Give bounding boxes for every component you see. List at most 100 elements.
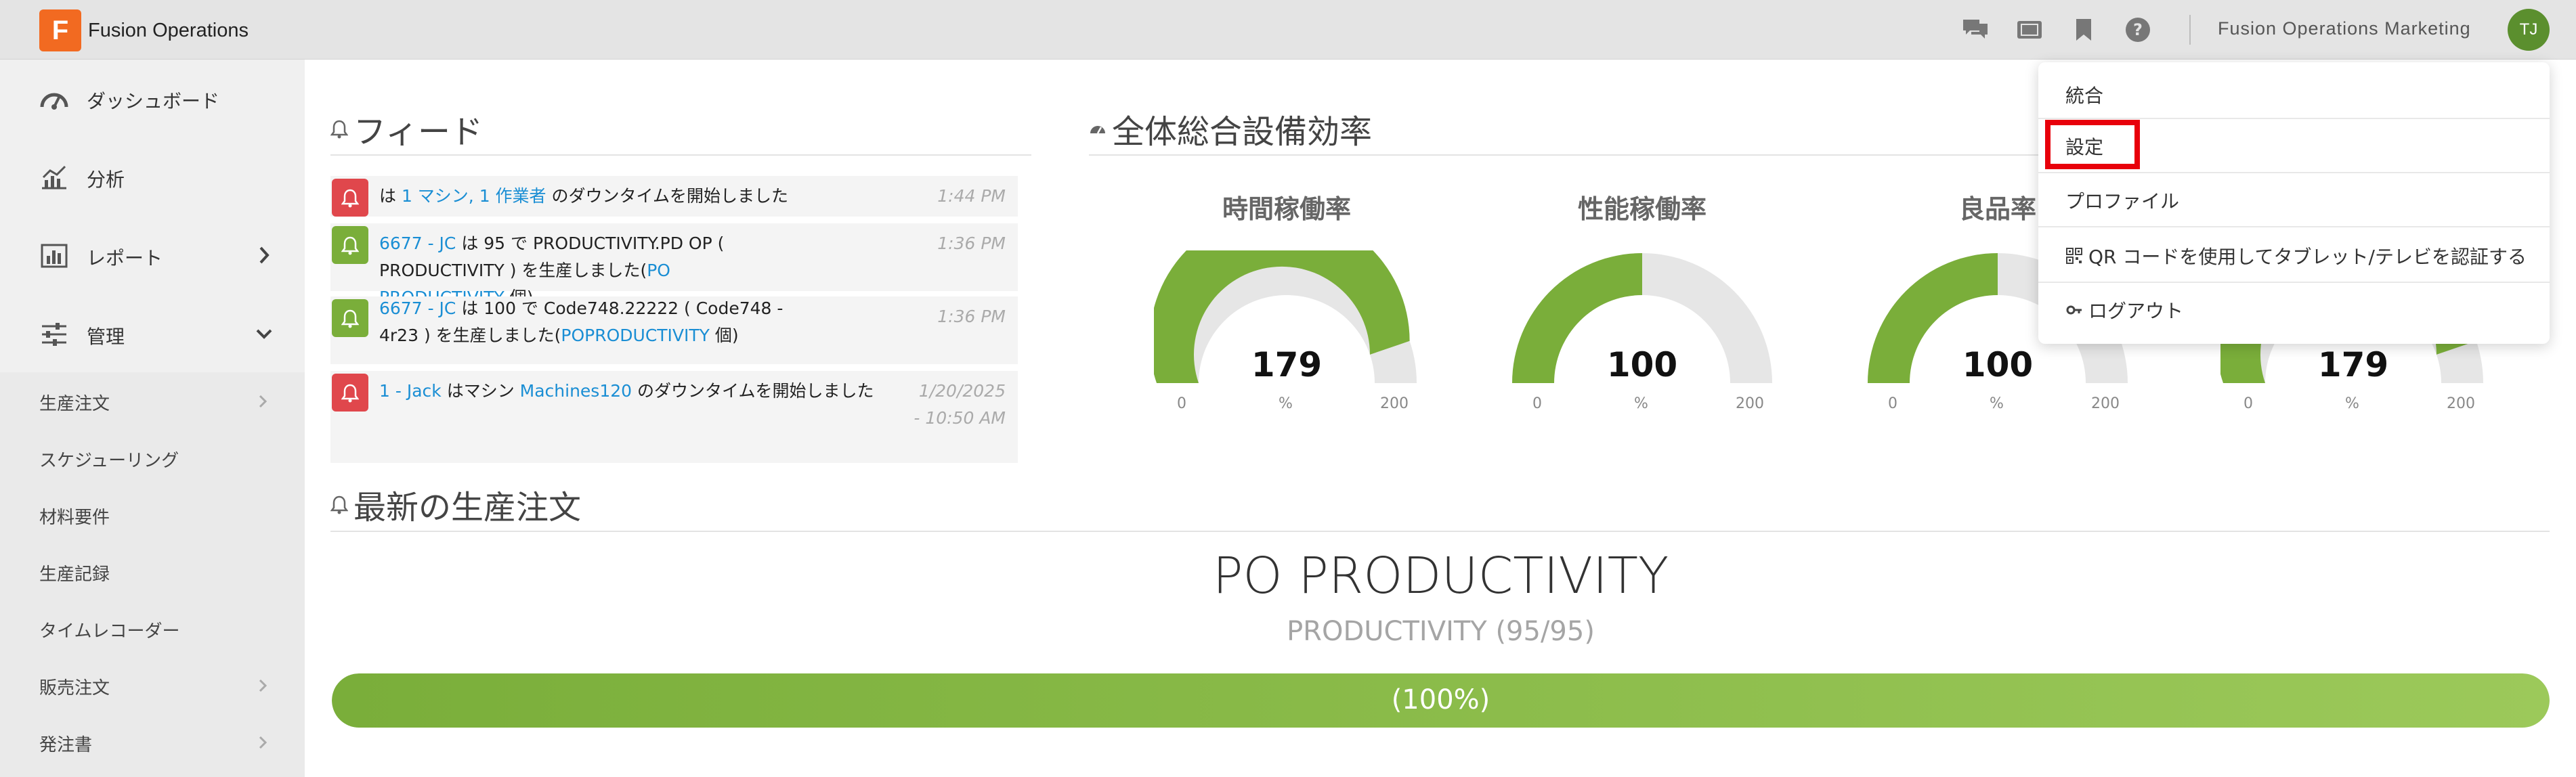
bookmark-icon[interactable]	[2069, 15, 2099, 45]
gauge-unit: %	[1990, 395, 2004, 412]
svg-text:?: ?	[2133, 20, 2143, 39]
feed-text-segment: はマシン	[441, 381, 520, 401]
gauge-title: 時間稼働率	[1222, 194, 1351, 224]
feed-timestamp: 1/20/2025 - 10:50 AM	[914, 381, 1006, 428]
analytics-icon	[42, 165, 66, 190]
sidebar-subitem-material-requirements[interactable]: 材料要件	[0, 486, 305, 543]
feed-text-segment: 個)	[709, 326, 739, 345]
gauge-max: 200	[1736, 395, 1764, 412]
gauge-value: 179	[1251, 345, 1323, 384]
menu-divider	[2038, 282, 2550, 283]
sidebar-subitem-sales-orders[interactable]: 販売注文	[0, 657, 305, 713]
feed-link[interactable]: 1 - Jack	[379, 381, 442, 401]
feed-link[interactable]: 6677 - JC	[379, 298, 456, 318]
sidebar-subitem-label: タイムレコーダー	[39, 621, 180, 642]
sidebar-subitem-label: 販売注文	[39, 678, 110, 698]
po-progress-label: (100%)	[1391, 684, 1490, 715]
menu-item-label: QR コードを使用してタブレット/テレビを認証する	[2088, 246, 2527, 268]
gauge-performance: 性能稼働率 100 0 % 200	[1500, 188, 1784, 425]
menu-item-qr-auth[interactable]: QR コードを使用してタブレット/テレビを認証する	[2065, 242, 2527, 269]
admin-submenu: 生産注文 スケジューリング 材料要件 生産記録 タイムレコーダー 販売注文 発注…	[0, 372, 305, 777]
menu-item-label: ログアウト	[2088, 300, 2184, 322]
dashboard-icon	[1090, 126, 1105, 134]
help-icon[interactable]: ?	[2123, 15, 2153, 45]
feed-item: 6677 - JC は 95 で PRODUCTIVITY.PD OP ( PR…	[330, 223, 1018, 307]
gauge-unit: %	[2345, 395, 2359, 412]
menu-item-profile[interactable]: プロファイル	[2065, 187, 2179, 214]
topbar-divider	[2189, 15, 2191, 45]
gauge-value: 179	[2317, 345, 2389, 384]
chevron-right-icon	[259, 679, 267, 692]
top-bar: F Fusion Operations ? Fusion Operations …	[0, 0, 2576, 60]
key-icon	[2066, 305, 2082, 315]
gauge-max: 200	[2447, 395, 2475, 412]
gauge-min: 0	[1532, 395, 1542, 412]
feed-message: 1 - Jack はマシン Machines120 のダウンタイムを開始しました	[379, 378, 907, 405]
feed-timestamp: 1:44 PM	[937, 186, 1006, 206]
feed-message: 6677 - JC は 100 で Code748.22222 ( Code74…	[379, 296, 792, 349]
gauge-min: 0	[1888, 395, 1897, 412]
gauge-min: 0	[2244, 395, 2253, 412]
sidebar-item-label: 管理	[87, 326, 125, 348]
gauge-value: 100	[1962, 345, 2034, 384]
feed-link[interactable]: 1 マシン, 1 作業者	[402, 186, 546, 206]
sidebar-item-reports[interactable]: レポート	[0, 217, 305, 295]
sidebar-item-dashboard[interactable]: ダッシュボード	[0, 60, 305, 138]
sidebar-subitem-label: スケジューリング	[39, 451, 179, 471]
gauge-value: 100	[1606, 345, 1678, 384]
sidebar-subitem-label: 材料要件	[39, 508, 110, 528]
settings-highlight-box	[2045, 120, 2140, 169]
feed-link[interactable]: 6677 - JC	[379, 234, 456, 253]
sidebar-subitem-scheduling[interactable]: スケジューリング	[0, 429, 305, 486]
sidebar-subitem-production-records[interactable]: 生産記録	[0, 543, 305, 600]
feed-link[interactable]: POPRODUCTIVITY	[561, 326, 710, 345]
chevron-down-icon	[256, 329, 272, 339]
feed-status-badge	[332, 299, 368, 337]
sidebar-subitem-label: 生産注文	[39, 394, 110, 414]
feed-item: は 1 マシン, 1 作業者 のダウンタイムを開始しました 1:44 PM	[330, 176, 1018, 217]
tablet-icon[interactable]	[2015, 15, 2044, 45]
po-product: PRODUCTIVITY (95/95)	[1287, 616, 1595, 647]
po-name[interactable]: PO PRODUCTIVITY	[332, 547, 2550, 605]
chevron-right-icon	[259, 395, 267, 408]
gauge-unit: %	[1634, 395, 1648, 412]
feed-link[interactable]: Machines120	[520, 381, 632, 401]
sidebar-item-admin[interactable]: 管理	[0, 295, 305, 374]
top-icons: ?	[1960, 15, 2177, 45]
chat-icon[interactable]	[1960, 15, 1990, 45]
bell-icon	[341, 236, 359, 255]
bell-icon	[330, 495, 348, 514]
feed-timestamp: 1:36 PM	[937, 234, 1006, 253]
sidebar: ダッシュボード 分析 レポート 管理 生産注文 スケジューリング 材料要件 生産…	[0, 60, 305, 777]
sidebar-item-label: レポート	[87, 247, 163, 269]
menu-item-integrations[interactable]: 統合	[2065, 81, 2103, 108]
sidebar-item-analytics[interactable]: 分析	[0, 138, 305, 217]
sidebar-item-label: ダッシュボード	[87, 90, 220, 112]
sidebar-subitem-time-recorder[interactable]: タイムレコーダー	[0, 600, 305, 657]
menu-divider	[2038, 226, 2550, 227]
feed-text-segment: は	[379, 186, 402, 206]
po-progress-bar: (100%)	[332, 673, 2550, 728]
gauge-max: 200	[1380, 395, 1409, 412]
user-menu-dropdown: 統合 設定 プロファイル QR コードを使用してタブレット/テレビを認証する ロ…	[2038, 62, 2550, 344]
chevron-right-icon	[259, 246, 270, 264]
bell-icon	[341, 309, 359, 328]
feed-item: 6677 - JC は 100 で Code748.22222 ( Code74…	[330, 296, 1018, 364]
orders-header: 最新の生産注文	[330, 481, 581, 528]
sidebar-subitem-label: 発注書	[39, 735, 93, 755]
menu-item-label: プロファイル	[2065, 190, 2180, 213]
gauge-availability: 時間稼働率 179 0 % 200	[1144, 188, 1429, 425]
sidebar-subitem-purchase-orders[interactable]: 発注書	[0, 713, 305, 770]
sidebar-subitem-label: 生産記録	[39, 564, 110, 585]
bell-icon	[341, 384, 359, 403]
avatar[interactable]: TJ	[2508, 9, 2550, 51]
menu-item-logout[interactable]: ログアウト	[2065, 296, 2183, 324]
feed-item: 1 - Jack はマシン Machines120 のダウンタイムを開始しました…	[330, 371, 1018, 463]
feed-status-badge	[332, 179, 368, 217]
gauge-min: 0	[1177, 395, 1186, 412]
feed-status-badge	[332, 374, 368, 412]
account-name[interactable]: Fusion Operations Marketing	[2218, 18, 2471, 39]
sidebar-subitem-production-orders[interactable]: 生産注文	[0, 372, 305, 429]
brand[interactable]: F Fusion Operations	[39, 9, 249, 51]
orders-divider	[330, 531, 2550, 532]
